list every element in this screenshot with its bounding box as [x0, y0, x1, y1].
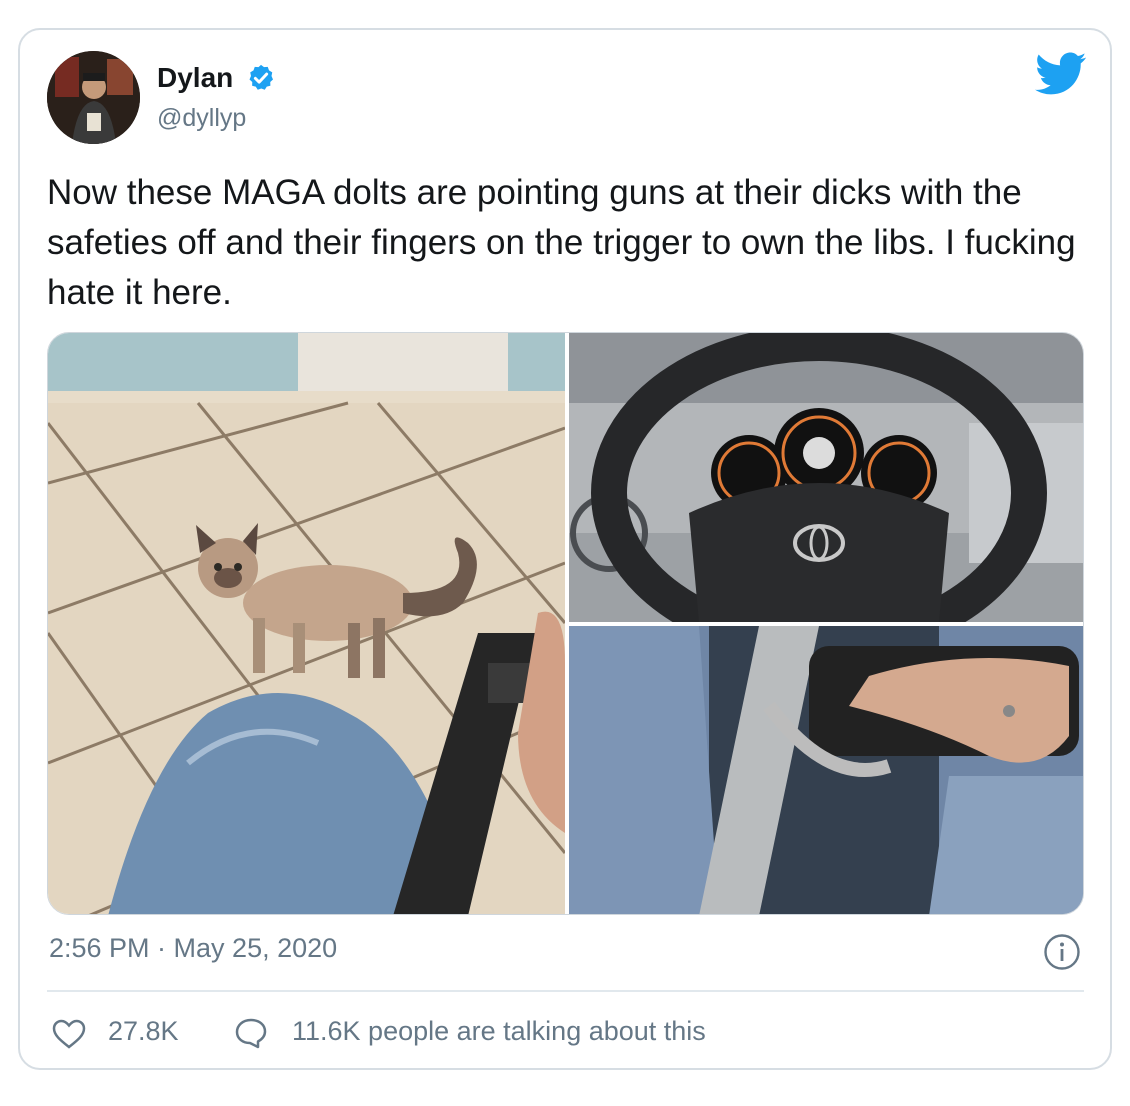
reply-bubble-icon[interactable]: [234, 1017, 268, 1049]
silver-pistol-photo[interactable]: [569, 626, 1083, 914]
cat-and-pistol-photo[interactable]: [48, 333, 565, 914]
media-grid: [47, 332, 1084, 915]
author-handle[interactable]: @dyllyp: [157, 104, 246, 133]
heart-icon[interactable]: [52, 1019, 86, 1049]
steering-wheel-photo[interactable]: [569, 333, 1083, 622]
action-divider: [47, 990, 1084, 992]
twitter-bird-icon[interactable]: [1035, 52, 1087, 96]
verified-badge-icon: [249, 64, 273, 90]
info-icon[interactable]: [1043, 933, 1081, 971]
tweet-text: Now these MAGA dolts are pointing guns a…: [47, 173, 1076, 312]
author-name[interactable]: Dylan: [157, 62, 233, 94]
like-count[interactable]: 27.8K: [108, 1016, 179, 1047]
talking-count[interactable]: 11.6K people are talking about this: [292, 1016, 706, 1047]
avatar[interactable]: [47, 51, 140, 144]
tweet-timestamp[interactable]: 2:56 PM · May 25, 2020: [49, 933, 337, 964]
